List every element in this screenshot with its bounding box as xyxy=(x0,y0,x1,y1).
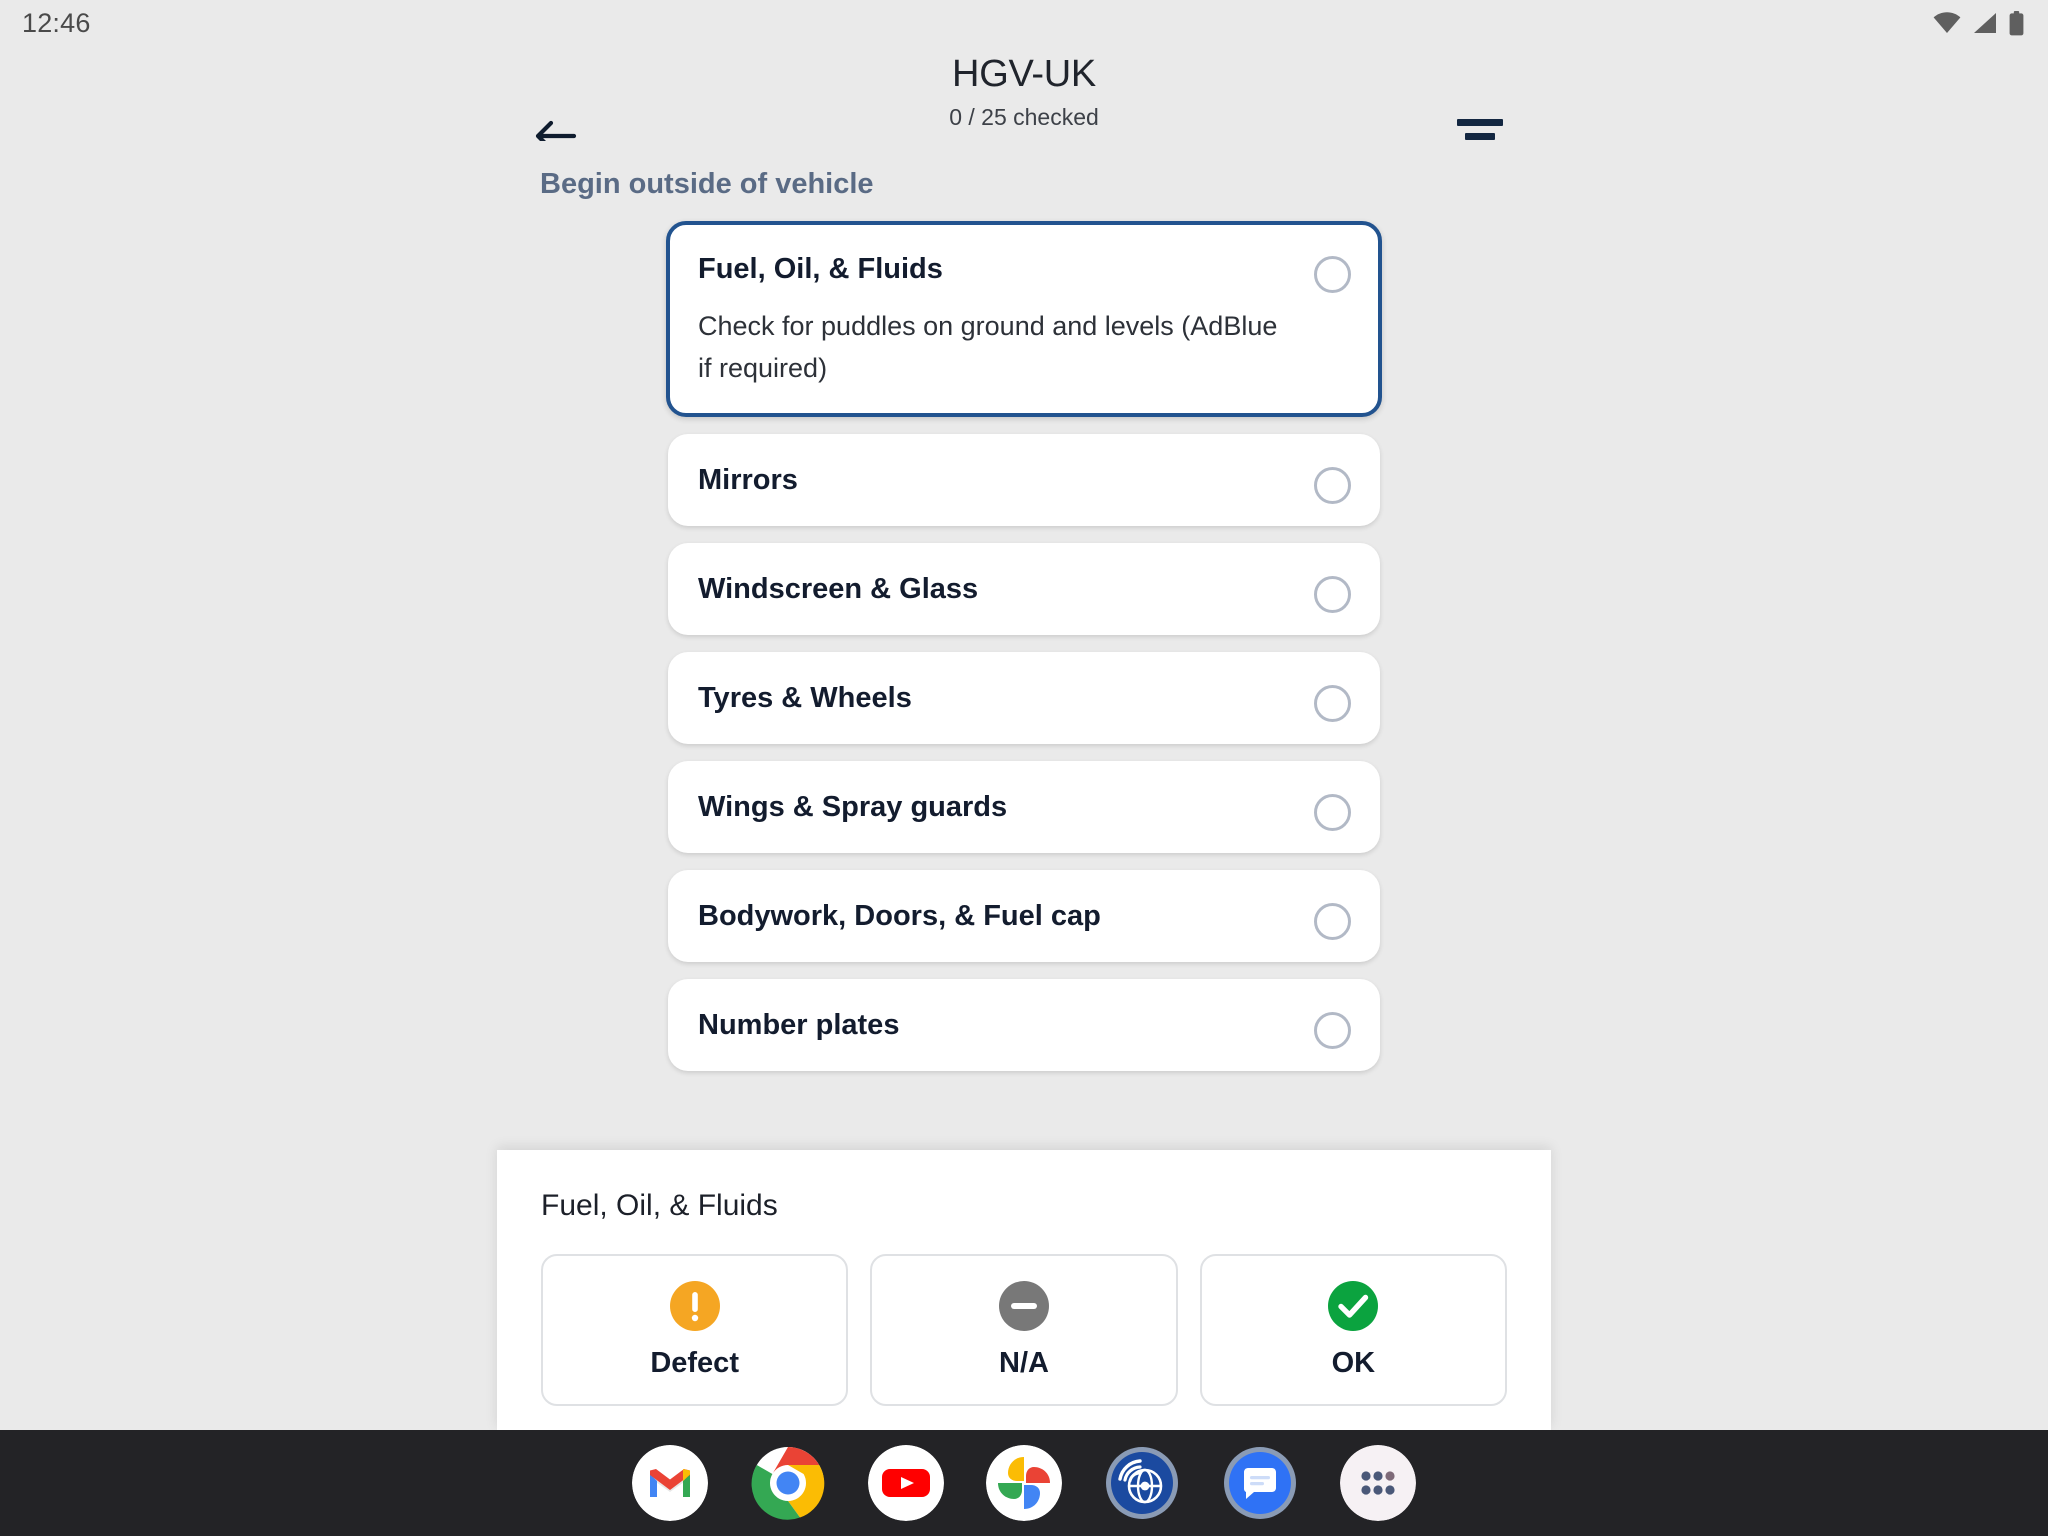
checklist-item-title: Number plates xyxy=(698,1009,900,1041)
filter-icon xyxy=(1457,118,1503,126)
checklist-item-status-circle-icon[interactable] xyxy=(1314,467,1351,504)
checklist-item-card[interactable]: Mirrors xyxy=(668,434,1380,526)
checklist-item-title: Fuel, Oil, & Fluids xyxy=(698,253,943,285)
system-taskbar xyxy=(0,1430,2048,1536)
bottom-sheet-title: Fuel, Oil, & Fluids xyxy=(541,1189,778,1222)
filter-icon-bar-2 xyxy=(1465,132,1495,140)
battery-icon xyxy=(2009,10,2024,36)
action-button-ok[interactable]: OK xyxy=(1199,1254,1507,1406)
app-header: HGV-UK 0 / 25 checked xyxy=(0,46,2048,154)
section-header-label: Begin outside of vehicle xyxy=(540,168,874,200)
youtube-icon[interactable] xyxy=(868,1445,944,1521)
checklist-item-title: Wings & Spray guards xyxy=(698,791,1008,823)
checklist-item-status-circle-icon[interactable] xyxy=(1314,903,1351,940)
status-bar: 12:46 xyxy=(0,0,2048,46)
action-button-label: N/A xyxy=(999,1346,1049,1379)
messages-icon[interactable] xyxy=(1222,1445,1298,1521)
checklist-item-card[interactable]: Windscreen & Glass xyxy=(668,543,1380,635)
action-button-label: Defect xyxy=(650,1346,739,1379)
checklist-item-status-circle-icon[interactable] xyxy=(1314,685,1351,722)
checklist-item-card[interactable]: Number plates xyxy=(668,979,1380,1071)
exclamation-circle-icon xyxy=(669,1280,720,1331)
checklist-item-title: Mirrors xyxy=(698,464,798,496)
page-title: HGV-UK xyxy=(952,53,1096,95)
checklist-item-description: Check for puddles on ground and levels (… xyxy=(698,311,1278,383)
checklist-card-list: Fuel, Oil, & Fluids Check for puddles on … xyxy=(0,221,2048,1071)
page-subtitle-progress: 0 / 25 checked xyxy=(949,104,1099,130)
action-button-label: OK xyxy=(1331,1346,1376,1379)
header-title-block: HGV-UK 0 / 25 checked xyxy=(0,50,2048,134)
wifi-icon xyxy=(1933,12,1961,34)
checklist-item-status-circle-icon[interactable] xyxy=(1314,256,1351,293)
check-circle-icon xyxy=(1328,1280,1379,1331)
bottom-sheet-action-row: Defect N/A OK xyxy=(541,1254,1507,1406)
checklist-item-status-circle-icon[interactable] xyxy=(1314,576,1351,613)
gmail-icon[interactable] xyxy=(632,1445,708,1521)
checklist-item-title: Tyres & Wheels xyxy=(698,682,912,714)
checklist-item-status-circle-icon[interactable] xyxy=(1314,794,1351,831)
cellular-signal-icon xyxy=(1973,12,1997,34)
checklist-item-title: Bodywork, Doors, & Fuel cap xyxy=(698,900,1101,932)
checklist-item-card[interactable]: Wings & Spray guards xyxy=(668,761,1380,853)
checklist-item-card[interactable]: Tyres & Wheels xyxy=(668,652,1380,744)
google-photos-icon[interactable] xyxy=(986,1445,1062,1521)
checklist-item-title: Windscreen & Glass xyxy=(698,573,979,605)
checklist-item-card[interactable]: Bodywork, Doors, & Fuel cap xyxy=(668,870,1380,962)
chrome-icon[interactable] xyxy=(750,1445,826,1521)
status-bar-icons xyxy=(1933,10,2024,36)
checklist-item-card[interactable]: Fuel, Oil, & Fluids Check for puddles on … xyxy=(666,221,1382,417)
action-button-n-a[interactable]: N/A xyxy=(870,1254,1178,1406)
app-drawer-icon[interactable] xyxy=(1340,1445,1416,1521)
status-bar-clock: 12:46 xyxy=(22,7,91,38)
status-selection-bottom-sheet: Fuel, Oil, & Fluids Defect N/A OK xyxy=(497,1150,1551,1430)
checklist-item-status-circle-icon[interactable] xyxy=(1314,1012,1351,1049)
network-radar-icon[interactable] xyxy=(1104,1445,1180,1521)
minus-circle-icon xyxy=(998,1280,1049,1331)
action-button-defect[interactable]: Defect xyxy=(541,1254,849,1406)
